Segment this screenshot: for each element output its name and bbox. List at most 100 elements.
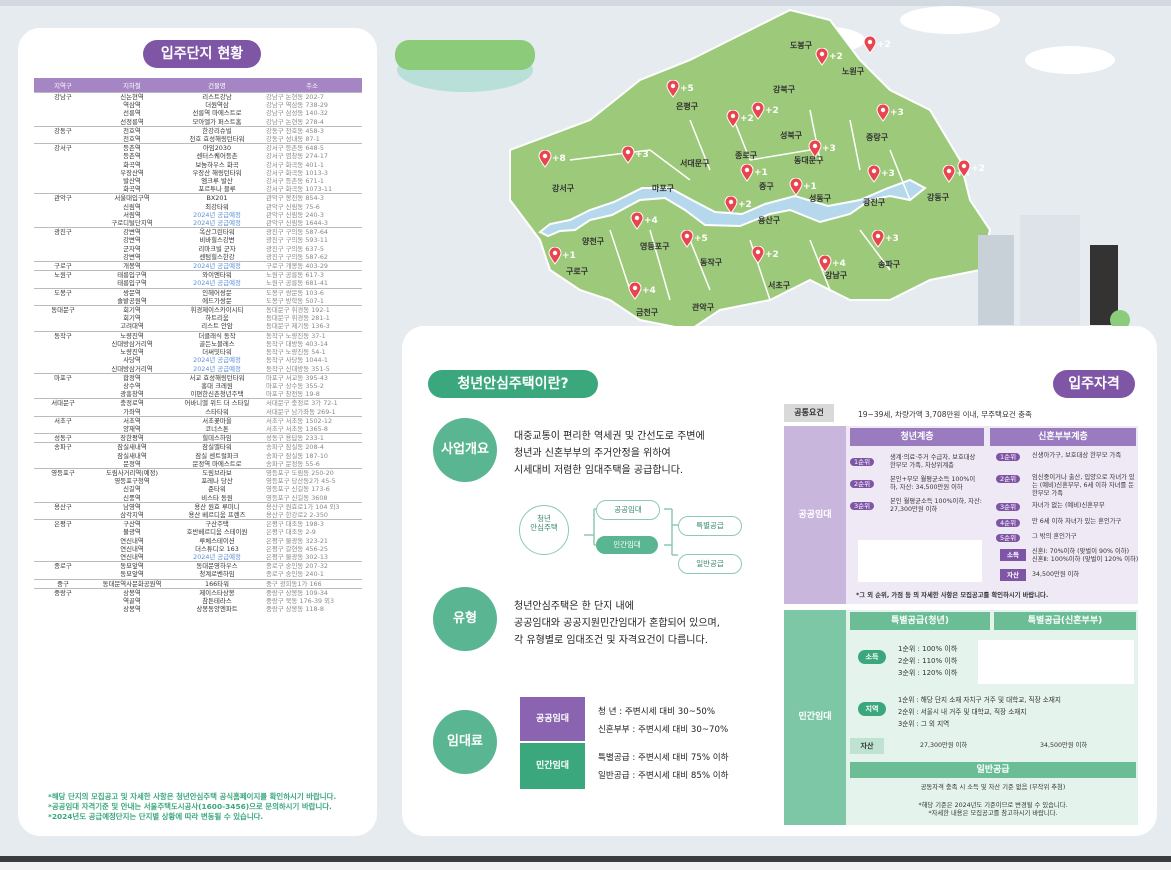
general-head: 일반공급	[850, 762, 1136, 778]
newly-asset: 34,500만원 이하	[1032, 571, 1080, 578]
building-cell: 리스트 안암	[201, 322, 233, 331]
address-cell: 은평구 갈현동 456-25	[266, 544, 328, 553]
youth-rank: 3순위	[850, 502, 875, 511]
subway-cell: 역삼역	[123, 101, 141, 110]
map-pin-icon	[815, 47, 829, 66]
public-qual-label: 공공임대	[784, 426, 846, 604]
district-cell: 노원구	[34, 270, 92, 280]
marker-count: +3	[885, 234, 899, 244]
map-marker: +5	[680, 229, 708, 251]
district-label: 용산구	[758, 216, 781, 225]
district-cell	[34, 340, 92, 348]
asset-label: 자산	[850, 738, 884, 754]
address-cell: 도봉구 쌍문동 103-6	[262, 287, 362, 297]
map-pin-icon	[751, 101, 765, 120]
building-cell: 상봉동양엔파트	[196, 605, 238, 614]
table-row: 강변역 센텀힐스한강 광진구 구의동 587-62	[34, 253, 362, 262]
table-row: 신풍역 비스타 동원 영등포구 신길동 3608	[34, 494, 362, 503]
marker-count: +2	[765, 250, 779, 260]
marker-count: +5	[680, 84, 694, 94]
address-cell: 영등포구 당산동2가 45-5	[266, 477, 336, 486]
col-header-address: 주소	[262, 78, 362, 93]
marker-count: +2	[738, 200, 752, 210]
table-row: 선정릉역 모아엘가 퍼스트홈 강남구 논현동 278-4	[34, 118, 362, 127]
marker-count: +4	[832, 259, 846, 269]
subway-cell: 남영역	[92, 501, 172, 511]
flow-general: 일반공급	[678, 554, 742, 574]
map-pin-icon	[789, 177, 803, 196]
table-row: 군자역 리마크빌 군자 광진구 구의동 637-5	[34, 245, 362, 253]
subway-cell: 고려대역	[120, 322, 144, 331]
youth-rank-text: 본인+부모 월평균소득 100%이하, 자산: 34,500만원 이하	[890, 476, 976, 491]
table-row: 등촌역 센터스퀘어등촌 강서구 염창동 274-17	[34, 152, 362, 160]
table-row: 강서구 등촌역 아임2030 강서구 등촌동 648-5	[34, 143, 362, 153]
subway-cell: 천호역	[123, 135, 141, 144]
district-cell	[34, 348, 92, 356]
building-cell: 용산 베르디움 프렌즈	[188, 510, 246, 519]
rent-public-label: 공공임대	[520, 697, 585, 741]
district-label: 강북구	[773, 85, 796, 94]
subway-cell: 연신내역	[120, 552, 144, 561]
marker-count: +1	[754, 168, 768, 178]
address-cell: 관악구 신림동 240-3	[266, 210, 324, 219]
district-label: 동작구	[700, 258, 723, 267]
district-cell: 구로구	[34, 261, 92, 271]
building-cell: 호반베르디움 스테이원	[186, 528, 248, 537]
subway-cell: 신대방삼거리역	[111, 364, 153, 373]
map-pin-icon	[628, 281, 642, 300]
address-cell: 노원구 공릉동 617-3	[262, 270, 362, 280]
subway-cell: 충정로역	[92, 398, 172, 408]
address-cell: 관악구 신림동 75-6	[266, 202, 320, 211]
building-cell: 리스트강남	[172, 92, 262, 102]
building-cell: 어바니엘 위드 더 스타일	[172, 398, 262, 408]
building-cell: 2024년 공급예정	[193, 356, 241, 365]
subway-cell: 강변역	[92, 227, 172, 237]
address-cell: 종로구 숭인동 240-1	[266, 570, 324, 579]
district-label: 광진구	[863, 198, 886, 207]
subway-cell: 동대문역사문화공원역	[92, 578, 172, 589]
table-row: 중랑구 상봉역 제이스타상봉 중랑구 상봉동 109-34	[34, 587, 362, 597]
subway-cell: 화곡역	[123, 185, 141, 194]
footer-note: *자세한 내용은 모집공고를 참고하시기 바랍니다.	[928, 810, 1058, 817]
district-label: 양천구	[582, 237, 605, 246]
district-cell: 서대문구	[34, 398, 92, 408]
building-cell: 한강리슈빌	[172, 125, 262, 136]
table-row: 잠실새내역 잠실 센트럴파크 송파구 잠실동 187-10	[34, 452, 362, 460]
type-line: 각 유형별로 임대조건 및 자격요건이 다릅니다.	[514, 635, 708, 646]
address-cell: 영등포구 신길동 173-6	[266, 485, 330, 494]
rank-badge: 1순위	[996, 453, 1021, 461]
district-cell	[34, 236, 92, 244]
district-label: 성북구	[780, 131, 803, 140]
building-cell: 모아엘가 퍼스트홈	[192, 117, 242, 126]
building-cell: 2024년 공급예정	[172, 261, 262, 271]
map-marker: +2	[751, 245, 779, 267]
address-cell: 마포구 서교동 395-43	[262, 372, 362, 382]
map-pin-icon	[957, 159, 971, 178]
map-pin-icon	[666, 79, 680, 98]
address-cell: 관악구 봉천동 854-3	[262, 193, 362, 203]
address-cell: 강서구 화곡동 1013-3	[266, 168, 328, 177]
address-cell: 강남구 논현동 278-4	[266, 117, 324, 126]
building-cell: 코너스톤	[205, 424, 229, 433]
table-row: 연신내역 2024년 공급예정 은평구 불광동 302-13	[34, 553, 362, 562]
district-cell: 성동구	[34, 433, 92, 443]
district-cell: 도봉구	[34, 287, 92, 297]
table-row: 동대문구 회기역 휘경제이스카이시티 동대문구 휘경동 192-1	[34, 305, 362, 315]
district-label: 영등포구	[640, 242, 670, 251]
district-cell	[34, 570, 92, 579]
table-row: 용산구 남영역 용산 원효 루미니 용산구 원효로1가 104 외3	[34, 501, 362, 511]
district-cell: 동작구	[34, 330, 92, 340]
newly-rank: 2순위	[996, 475, 1021, 484]
building-cell: 우장산 해링턴타워	[192, 168, 242, 177]
district-cell	[34, 297, 92, 306]
marker-count: +3	[822, 144, 836, 154]
rent-table: 공공임대 청 년 : 주변시세 대비 30~50% 신혼부부 : 주변시세 대비…	[520, 697, 750, 791]
district-cell	[34, 356, 92, 364]
address-cell: 강서구 염창동 274-17	[266, 152, 328, 161]
building-cell: 2024년 공급예정	[193, 364, 241, 373]
district-cell	[34, 382, 92, 390]
map-marker: +4	[628, 281, 656, 303]
address-cell: 동대문구 휘경동 192-1	[262, 305, 362, 315]
table-row: 마포구 합정역 서교 효성해링턴타워 마포구 서교동 395-43	[34, 372, 362, 382]
address-cell: 노원구 공릉동 681-41	[266, 279, 328, 288]
